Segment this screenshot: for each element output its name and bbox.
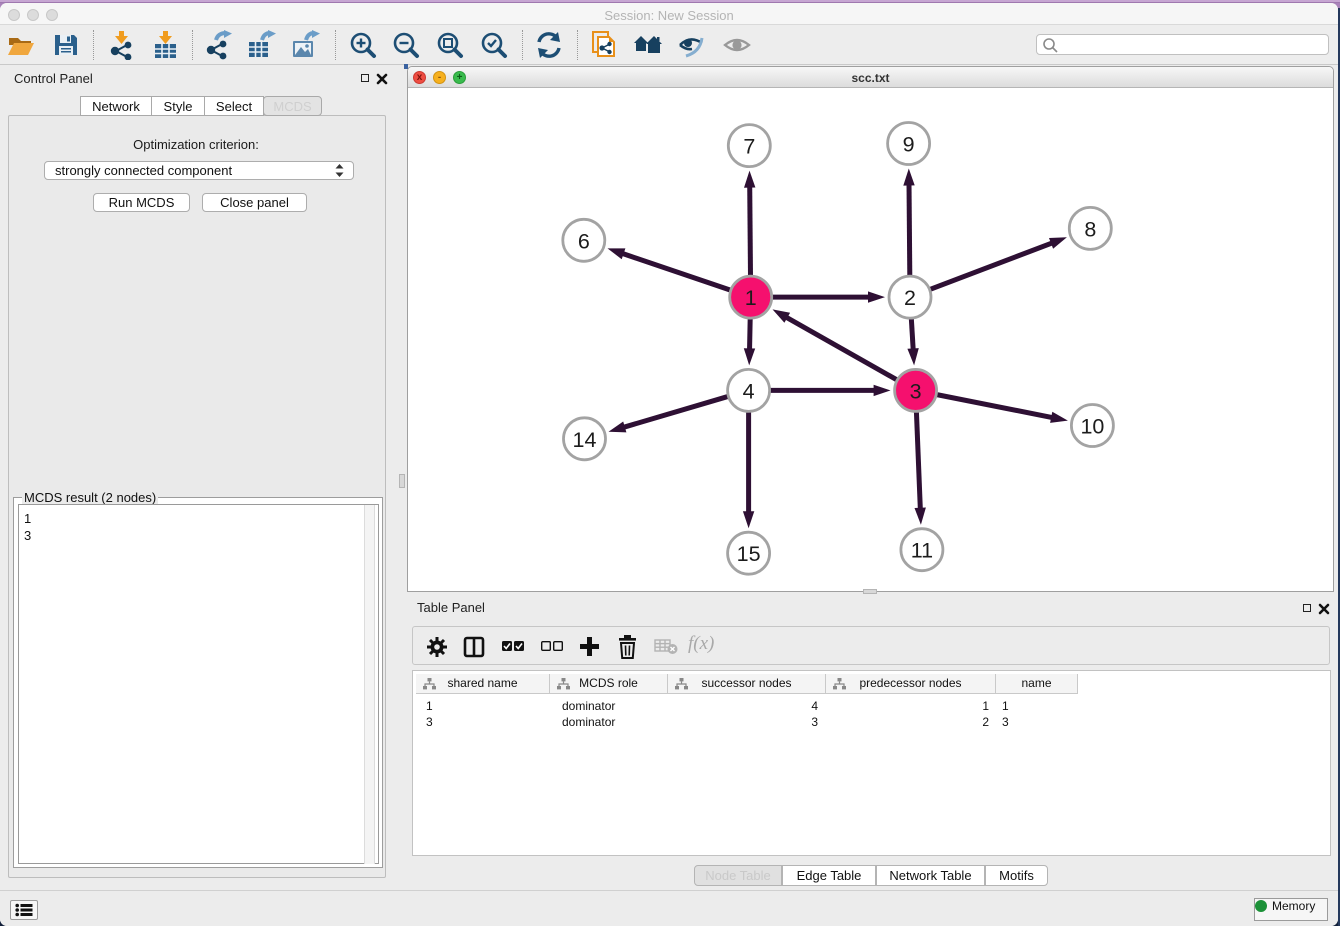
svg-text:10: 10 bbox=[1080, 415, 1104, 439]
svg-text:11: 11 bbox=[911, 539, 933, 563]
svg-text:7: 7 bbox=[743, 135, 755, 159]
svg-text:6: 6 bbox=[578, 229, 590, 253]
svg-text:2: 2 bbox=[904, 286, 916, 310]
svg-text:15: 15 bbox=[737, 542, 761, 566]
svg-text:14: 14 bbox=[573, 428, 597, 452]
svg-text:9: 9 bbox=[903, 133, 915, 157]
svg-text:1: 1 bbox=[745, 286, 757, 310]
svg-text:4: 4 bbox=[743, 379, 755, 403]
svg-text:8: 8 bbox=[1084, 217, 1096, 241]
svg-text:3: 3 bbox=[910, 379, 922, 403]
